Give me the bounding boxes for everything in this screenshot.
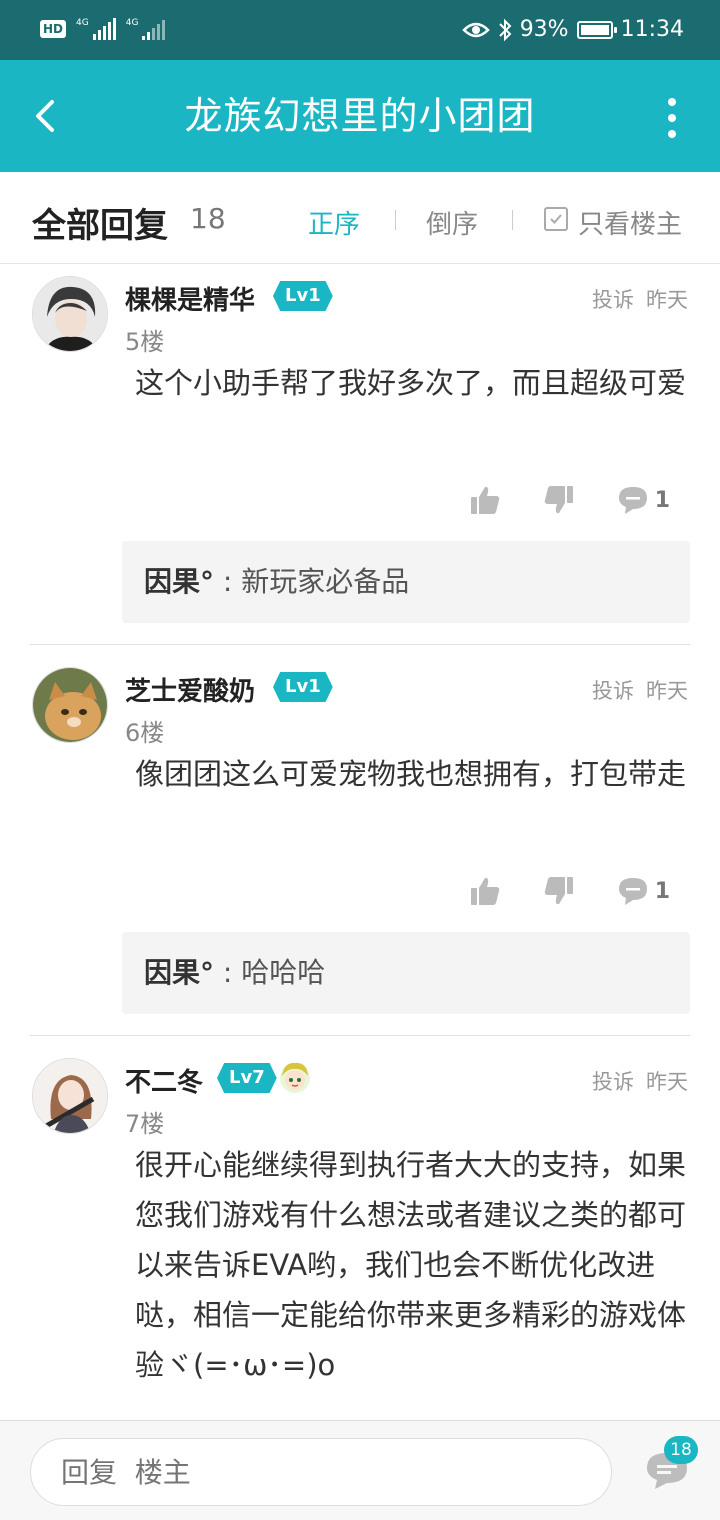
mascot-badge-icon bbox=[280, 1062, 310, 1093]
dislike-button[interactable] bbox=[543, 484, 575, 516]
sort-ascending-tab[interactable]: 正序 bbox=[308, 204, 360, 241]
report-link[interactable]: 投诉 bbox=[592, 679, 634, 703]
floor-number: 6楼 bbox=[125, 719, 165, 747]
sub-reply-text: 新玩家必备品 bbox=[241, 565, 410, 598]
reply-count: 18 bbox=[190, 202, 226, 235]
reply-bar bbox=[0, 1420, 720, 1520]
sort-descending-tab[interactable]: 倒序 bbox=[426, 204, 478, 241]
report-link[interactable]: 投诉 bbox=[592, 288, 634, 312]
divider bbox=[395, 210, 396, 230]
reply-post: 不二冬 Lv7 投诉 昨天 7楼 很开心能继续得到执行者大大的支持，如果您我们游戏… bbox=[0, 1046, 720, 1420]
sub-reply[interactable]: 因果° : 哈哈哈 bbox=[122, 932, 690, 1014]
sub-reply-author[interactable]: 因果° bbox=[144, 565, 214, 598]
sub-reply-text: 哈哈哈 bbox=[241, 956, 326, 989]
username[interactable]: 棵棵是精华 bbox=[125, 280, 255, 317]
thumbs-up-icon bbox=[470, 486, 499, 514]
thumbs-down-icon bbox=[544, 486, 573, 514]
sub-reply-author[interactable]: 因果° bbox=[144, 956, 214, 989]
comment-count: 1 bbox=[654, 487, 670, 513]
signal-icon-2: 4G bbox=[126, 18, 166, 40]
comment-count-badge: 18 bbox=[664, 1436, 698, 1464]
thumbs-up-icon bbox=[470, 877, 499, 905]
like-button[interactable] bbox=[469, 875, 501, 907]
reply-content: 这个小助手帮了我好多次了，而且超级可爱 bbox=[135, 366, 687, 400]
only-op-label[interactable]: 只看楼主 bbox=[578, 204, 682, 241]
divider bbox=[30, 644, 690, 645]
divider bbox=[512, 210, 513, 230]
like-button[interactable] bbox=[469, 484, 501, 516]
signal-icon-1: 4G bbox=[76, 18, 116, 40]
battery-icon bbox=[576, 21, 617, 39]
divider bbox=[30, 1035, 690, 1036]
floor-number: 5楼 bbox=[125, 328, 165, 356]
comment-button[interactable]: 1 bbox=[617, 876, 670, 906]
comment-button[interactable]: 1 bbox=[617, 485, 670, 515]
avatar[interactable] bbox=[32, 1058, 108, 1134]
post-time: 昨天 bbox=[646, 679, 688, 703]
eye-icon bbox=[461, 22, 490, 38]
post-time: 昨天 bbox=[646, 1070, 688, 1094]
hd-icon: HD bbox=[40, 20, 67, 38]
username[interactable]: 不二冬 bbox=[125, 1062, 203, 1099]
status-bar: HD 4G 4G 93% 11:34 bbox=[0, 0, 720, 60]
post-time: 昨天 bbox=[646, 288, 688, 312]
reply-header: 全部回复 18 正序 倒序 只看楼主 bbox=[0, 172, 720, 264]
reply-post: 棵棵是精华 Lv1 投诉 昨天 5楼 这个小助手帮了我好多次了，而且超级可爱 1 … bbox=[0, 264, 720, 645]
thumbs-down-icon bbox=[544, 877, 573, 905]
reply-content: 像团团这么可爱宠物我也想拥有，打包带走 bbox=[135, 757, 687, 791]
avatar[interactable] bbox=[32, 667, 108, 743]
battery-percent: 93% bbox=[519, 17, 569, 42]
only-op-checkbox[interactable] bbox=[544, 207, 568, 231]
page-title: 龙族幻想里的小团团 bbox=[184, 94, 536, 138]
report-link[interactable]: 投诉 bbox=[592, 1070, 634, 1094]
dislike-button[interactable] bbox=[543, 875, 575, 907]
floor-number: 7楼 bbox=[125, 1110, 165, 1138]
reply-content: 很开心能继续得到执行者大大的支持，如果您我们游戏有什么想法或者建议之类的都可以来… bbox=[135, 1148, 687, 1382]
level-badge: Lv1 bbox=[273, 672, 333, 702]
level-badge: Lv7 bbox=[217, 1063, 277, 1093]
sub-reply[interactable]: 因果° : 新玩家必备品 bbox=[122, 541, 690, 623]
more-options-button[interactable] bbox=[666, 98, 678, 138]
comment-icon bbox=[618, 878, 647, 905]
reply-header-title: 全部回复 bbox=[32, 206, 168, 246]
reply-post: 芝士爱酸奶 Lv1 投诉 昨天 6楼 像团团这么可爱宠物我也想拥有，打包带走 1 … bbox=[0, 655, 720, 1036]
reply-input[interactable] bbox=[30, 1438, 612, 1506]
username[interactable]: 芝士爱酸奶 bbox=[125, 671, 255, 708]
clock: 11:34 bbox=[620, 17, 684, 42]
level-badge: Lv1 bbox=[273, 281, 333, 311]
avatar[interactable] bbox=[32, 276, 108, 352]
bluetooth-icon bbox=[498, 18, 512, 42]
comment-count: 1 bbox=[654, 878, 670, 904]
app-bar: 龙族幻想里的小团团 bbox=[0, 60, 720, 172]
comment-icon bbox=[618, 487, 647, 514]
